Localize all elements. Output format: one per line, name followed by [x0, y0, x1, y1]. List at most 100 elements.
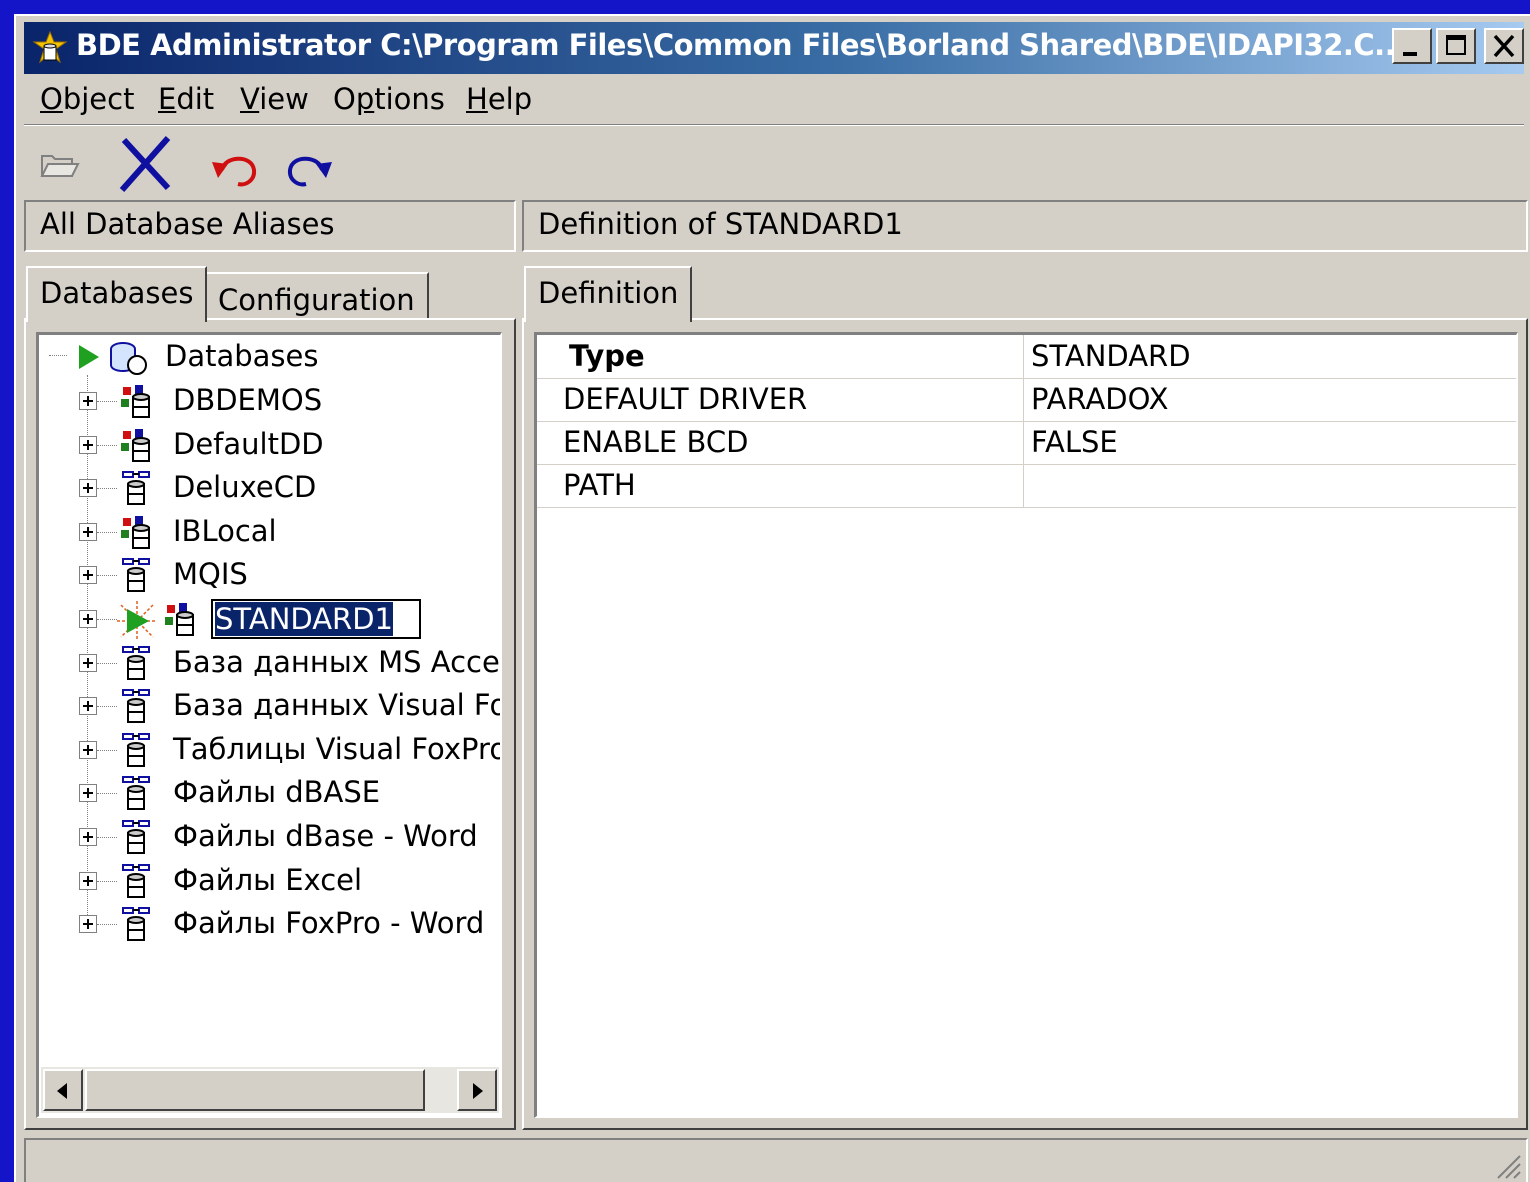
expand-icon[interactable] [79, 566, 97, 585]
maximize-button[interactable] [1436, 28, 1476, 64]
tree-guide-line [97, 837, 117, 838]
grid-value[interactable]: PARADOX [1031, 382, 1168, 416]
tree-item-label: Файлы dBase - Word [173, 819, 478, 853]
tree-item-label: IBLocal [173, 513, 277, 548]
database-icon [119, 514, 153, 557]
menu-view[interactable]: View [240, 82, 309, 116]
close-button[interactable] [1484, 28, 1524, 64]
grid-key: ENABLE BCD [563, 425, 749, 459]
window-title: BDE Administrator C:\Program Files\Commo… [76, 28, 1406, 62]
tree-horizontal-scrollbar[interactable] [41, 1067, 499, 1113]
odbc-database-icon [119, 470, 153, 513]
grid-row-type[interactable]: Type STANDARD [537, 335, 1516, 379]
menu-object[interactable]: Object [40, 82, 134, 116]
tree-guide-line [97, 488, 117, 490]
menu-options[interactable]: Options [333, 82, 445, 116]
grid-row-enable-bcd[interactable]: ENABLE BCD FALSE [537, 421, 1516, 465]
menu-help[interactable]: Help [466, 82, 532, 116]
tree-item-label: DBDEMOS [173, 383, 323, 417]
expand-icon[interactable] [79, 392, 97, 410]
tree-guide-line [97, 749, 117, 751]
scroll-thumb[interactable] [85, 1069, 425, 1111]
tree-guide-line [49, 355, 67, 356]
arrow-right-icon [473, 1083, 483, 1099]
undo-icon[interactable] [208, 148, 262, 190]
arrow-left-icon [57, 1083, 67, 1099]
expand-icon[interactable] [79, 653, 97, 672]
databases-tab-panel: Databases DBDEMOS DefaultDD DeluxeCD IBLocal… [24, 318, 516, 1130]
tab-configuration[interactable]: Configuration [204, 272, 429, 320]
odbc-database-icon [119, 732, 153, 775]
database-icon [163, 601, 197, 644]
tree-guide-line [97, 662, 117, 664]
definition-tab-panel: Type STANDARD DEFAULT DRIVER PARADOX ENA… [522, 318, 1528, 1130]
redo-icon[interactable] [282, 148, 336, 190]
odbc-database-icon [119, 906, 153, 949]
database-icon [119, 427, 153, 470]
tree-guide-line [97, 880, 117, 882]
tree-item-label: Файлы dBASE [173, 775, 381, 810]
expand-icon[interactable] [79, 784, 97, 803]
alias-rename-input[interactable]: STANDARD1 [211, 599, 421, 639]
grid-key: DEFAULT DRIVER [563, 382, 808, 416]
odbc-database-icon [119, 645, 153, 688]
minimize-button[interactable] [1392, 28, 1432, 64]
open-folder-icon[interactable] [38, 148, 82, 182]
status-bar [24, 1138, 1528, 1182]
menu-edit[interactable]: Edit [158, 82, 214, 116]
tree-item-label: База данных MS Acces [173, 644, 502, 679]
definition-grid: Type STANDARD DEFAULT DRIVER PARADOX ENA… [534, 332, 1518, 1118]
tree-item-label: MQIS [173, 557, 248, 592]
grid-value[interactable]: STANDARD [1031, 339, 1191, 373]
tab-definition[interactable]: Definition [524, 266, 693, 322]
tree-item-label: DeluxeCD [173, 470, 317, 505]
tree-guide-line [97, 924, 117, 926]
tree-guide-line [97, 706, 117, 708]
grid-value[interactable]: FALSE [1031, 425, 1118, 459]
bde-administrator-window: BDE Administrator C:\Program Files\Commo… [14, 14, 1530, 1182]
bde-app-icon [32, 30, 68, 64]
expand-icon[interactable] [79, 828, 97, 846]
tree-guide-line [97, 793, 117, 795]
tab-databases[interactable]: Databases [26, 266, 208, 322]
delete-icon[interactable] [116, 134, 176, 194]
tree-item-label: База данных Visual FoxF [173, 688, 500, 723]
grid-row-default-driver[interactable]: DEFAULT DRIVER PARADOX [537, 378, 1516, 422]
tree-root-label: Databases [165, 339, 319, 373]
expand-icon[interactable] [79, 915, 97, 934]
odbc-database-icon [119, 688, 153, 731]
expand-icon[interactable] [79, 871, 97, 890]
grid-key: PATH [563, 468, 636, 502]
databases-root-icon [110, 342, 147, 375]
expand-icon[interactable] [79, 435, 97, 454]
minimize-icon [1403, 52, 1417, 56]
expand-icon[interactable] [79, 522, 97, 541]
expand-icon[interactable] [79, 610, 97, 628]
expand-icon[interactable] [79, 479, 97, 498]
definition-header: Definition of STANDARD1 [522, 200, 1528, 252]
tree-guide-line [97, 619, 117, 620]
tree-guide-line [97, 401, 117, 402]
title-bar[interactable]: BDE Administrator C:\Program Files\Commo… [24, 22, 1524, 74]
expand-icon[interactable] [79, 697, 97, 716]
database-tree: Databases DBDEMOS DefaultDD DeluxeCD IBLocal… [36, 332, 502, 1118]
tree-guide-line [97, 531, 117, 533]
scroll-right-button[interactable] [457, 1069, 497, 1111]
odbc-database-icon [119, 819, 153, 862]
close-icon [1493, 34, 1515, 58]
tree-guide-line [97, 444, 117, 446]
tree-item-label: Файлы FoxPro - Word [173, 906, 485, 941]
grid-key: Type [569, 339, 645, 373]
scroll-left-button[interactable] [43, 1069, 83, 1111]
odbc-database-icon [119, 775, 153, 818]
expand-icon[interactable] [79, 740, 97, 759]
green-arrow-icon [79, 345, 99, 369]
tree-item-label: Файлы Excel [173, 862, 363, 897]
odbc-database-icon [119, 557, 153, 600]
database-icon [119, 383, 153, 426]
grid-row-path[interactable]: PATH [537, 464, 1516, 508]
resize-grip-icon[interactable] [1492, 1150, 1522, 1180]
tree-item-label: Таблицы Visual FoxPro [173, 731, 502, 766]
menu-bar: Object Edit View Options Help [24, 78, 1524, 122]
odbc-database-icon [119, 863, 153, 906]
